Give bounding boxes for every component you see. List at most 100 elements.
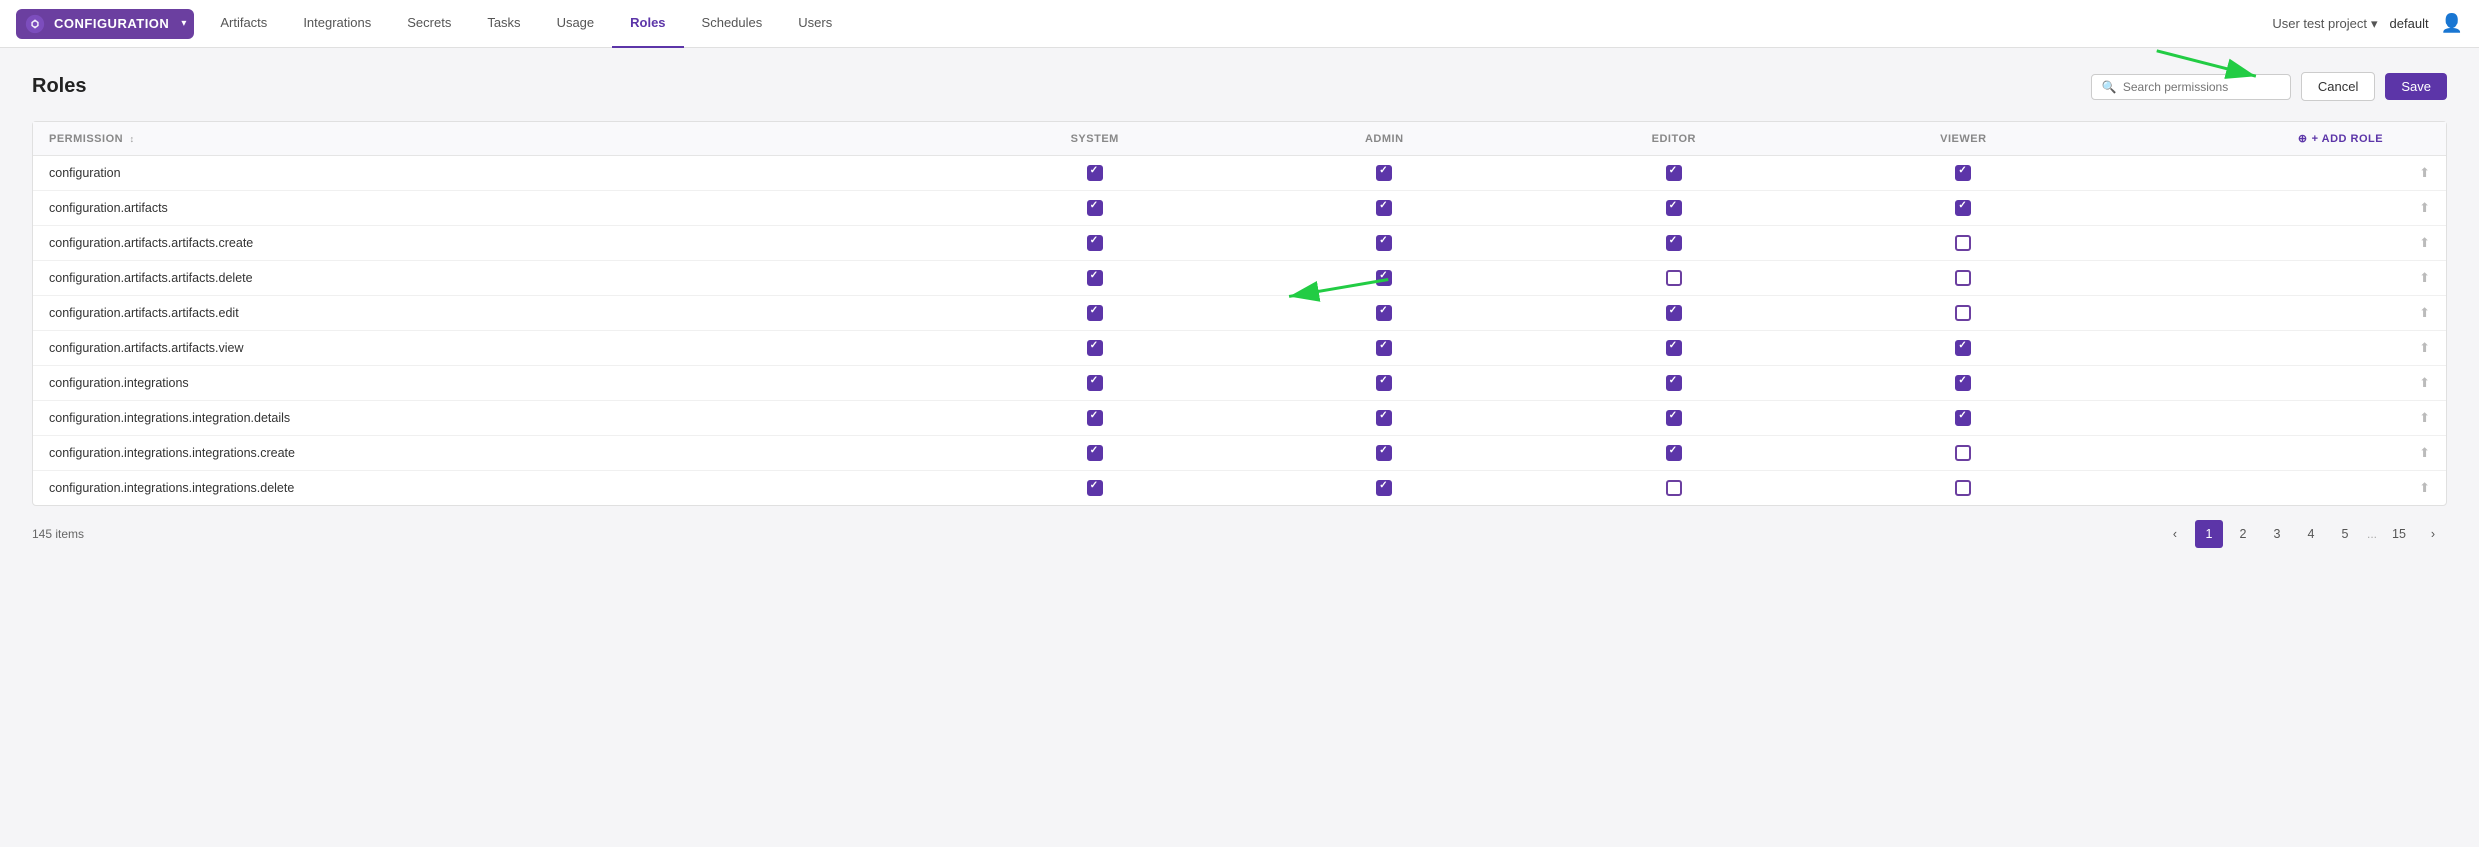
- admin-checkbox[interactable]: [1376, 375, 1392, 391]
- upload-icon[interactable]: ⬆: [2419, 270, 2430, 285]
- system-cell: [950, 226, 1240, 261]
- editor-checkbox[interactable]: [1666, 235, 1682, 251]
- nav-usage[interactable]: Usage: [539, 0, 613, 48]
- save-button[interactable]: Save: [2385, 73, 2447, 100]
- page-1-button[interactable]: 1: [2195, 520, 2223, 548]
- nav-tasks[interactable]: Tasks: [469, 0, 538, 48]
- upload-icon[interactable]: ⬆: [2419, 165, 2430, 180]
- upload-cell: ⬆: [2403, 331, 2446, 366]
- system-checkbox[interactable]: [1087, 410, 1103, 426]
- viewer-checkbox[interactable]: [1955, 340, 1971, 356]
- admin-checkbox[interactable]: [1376, 480, 1392, 496]
- admin-cell: [1239, 436, 1529, 471]
- editor-checkbox[interactable]: [1666, 270, 1682, 286]
- page-last-button[interactable]: 15: [2385, 520, 2413, 548]
- viewer-checkbox[interactable]: [1955, 200, 1971, 216]
- upload-icon[interactable]: ⬆: [2419, 410, 2430, 425]
- next-page-button[interactable]: ›: [2419, 520, 2447, 548]
- search-icon: 🔍: [2102, 80, 2117, 94]
- editor-checkbox[interactable]: [1666, 165, 1682, 181]
- system-checkbox[interactable]: [1087, 305, 1103, 321]
- system-checkbox[interactable]: [1087, 200, 1103, 216]
- admin-checkbox[interactable]: [1376, 270, 1392, 286]
- upload-icon[interactable]: ⬆: [2419, 200, 2430, 215]
- editor-checkbox[interactable]: [1666, 305, 1682, 321]
- editor-checkbox[interactable]: [1666, 445, 1682, 461]
- nav-secrets[interactable]: Secrets: [389, 0, 469, 48]
- viewer-checkbox[interactable]: [1955, 445, 1971, 461]
- system-checkbox[interactable]: [1087, 165, 1103, 181]
- pagination: ‹ 1 2 3 4 5 ... 15 ›: [2161, 520, 2447, 548]
- permission-cell: configuration.integrations.integration.d…: [33, 401, 950, 436]
- admin-checkbox[interactable]: [1376, 165, 1392, 181]
- project-selector[interactable]: User test project ▾: [2272, 16, 2377, 32]
- add-role-cell: [2108, 436, 2403, 471]
- viewer-checkbox[interactable]: [1955, 305, 1971, 321]
- editor-checkbox[interactable]: [1666, 375, 1682, 391]
- nav-users[interactable]: Users: [780, 0, 850, 48]
- upload-icon[interactable]: ⬆: [2419, 480, 2430, 495]
- upload-cell: ⬆: [2403, 226, 2446, 261]
- editor-cell: [1529, 331, 1819, 366]
- viewer-checkbox[interactable]: [1955, 375, 1971, 391]
- admin-checkbox[interactable]: [1376, 305, 1392, 321]
- page-5-button[interactable]: 5: [2331, 520, 2359, 548]
- upload-icon[interactable]: ⬆: [2419, 375, 2430, 390]
- prev-page-button[interactable]: ‹: [2161, 520, 2189, 548]
- cancel-button[interactable]: Cancel: [2301, 72, 2375, 101]
- upload-icon[interactable]: ⬆: [2419, 445, 2430, 460]
- page-3-button[interactable]: 3: [2263, 520, 2291, 548]
- system-cell: [950, 296, 1240, 331]
- editor-checkbox[interactable]: [1666, 480, 1682, 496]
- search-input[interactable]: [2123, 80, 2280, 94]
- permission-cell: configuration.artifacts.artifacts.view: [33, 331, 950, 366]
- add-role-button[interactable]: ⊕ + ADD ROLE: [2124, 132, 2383, 145]
- viewer-cell: [1819, 261, 2109, 296]
- system-cell: [950, 261, 1240, 296]
- config-chevron-icon: ▾: [181, 18, 186, 29]
- editor-checkbox[interactable]: [1666, 340, 1682, 356]
- viewer-checkbox[interactable]: [1955, 480, 1971, 496]
- permission-cell: configuration.artifacts.artifacts.edit: [33, 296, 950, 331]
- editor-checkbox[interactable]: [1666, 410, 1682, 426]
- system-checkbox[interactable]: [1087, 235, 1103, 251]
- logo[interactable]: CONFIGURATION ▾: [16, 9, 194, 39]
- page-4-button[interactable]: 4: [2297, 520, 2325, 548]
- upload-icon[interactable]: ⬆: [2419, 235, 2430, 250]
- col-permission[interactable]: PERMISSION ↕: [33, 122, 950, 156]
- permission-cell: configuration.artifacts: [33, 191, 950, 226]
- admin-checkbox[interactable]: [1376, 445, 1392, 461]
- system-checkbox[interactable]: [1087, 445, 1103, 461]
- upload-icon[interactable]: ⬆: [2419, 305, 2430, 320]
- table-header-row: PERMISSION ↕ SYSTEM ADMIN EDITOR VIEWER …: [33, 122, 2446, 156]
- search-box[interactable]: 🔍: [2091, 74, 2291, 100]
- nav-schedules[interactable]: Schedules: [684, 0, 781, 48]
- page-title: Roles: [32, 75, 86, 98]
- page-2-button[interactable]: 2: [2229, 520, 2257, 548]
- nav-roles[interactable]: Roles: [612, 0, 683, 48]
- admin-checkbox[interactable]: [1376, 410, 1392, 426]
- system-checkbox[interactable]: [1087, 270, 1103, 286]
- admin-checkbox[interactable]: [1376, 235, 1392, 251]
- upload-cell: ⬆: [2403, 296, 2446, 331]
- admin-checkbox[interactable]: [1376, 340, 1392, 356]
- nav-artifacts[interactable]: Artifacts: [202, 0, 285, 48]
- table-row: configuration.integrations.integration.d…: [33, 401, 2446, 436]
- system-checkbox[interactable]: [1087, 340, 1103, 356]
- table-row: configuration.artifacts ⬆: [33, 191, 2446, 226]
- editor-cell: [1529, 296, 1819, 331]
- config-label: CONFIGURATION: [54, 16, 169, 31]
- viewer-checkbox[interactable]: [1955, 235, 1971, 251]
- viewer-checkbox[interactable]: [1955, 270, 1971, 286]
- nav-integrations[interactable]: Integrations: [285, 0, 389, 48]
- system-checkbox[interactable]: [1087, 375, 1103, 391]
- viewer-checkbox[interactable]: [1955, 165, 1971, 181]
- editor-cell: [1529, 471, 1819, 506]
- viewer-cell: [1819, 401, 2109, 436]
- admin-checkbox[interactable]: [1376, 200, 1392, 216]
- editor-checkbox[interactable]: [1666, 200, 1682, 216]
- viewer-checkbox[interactable]: [1955, 410, 1971, 426]
- upload-cell: ⬆: [2403, 191, 2446, 226]
- upload-icon[interactable]: ⬆: [2419, 340, 2430, 355]
- system-checkbox[interactable]: [1087, 480, 1103, 496]
